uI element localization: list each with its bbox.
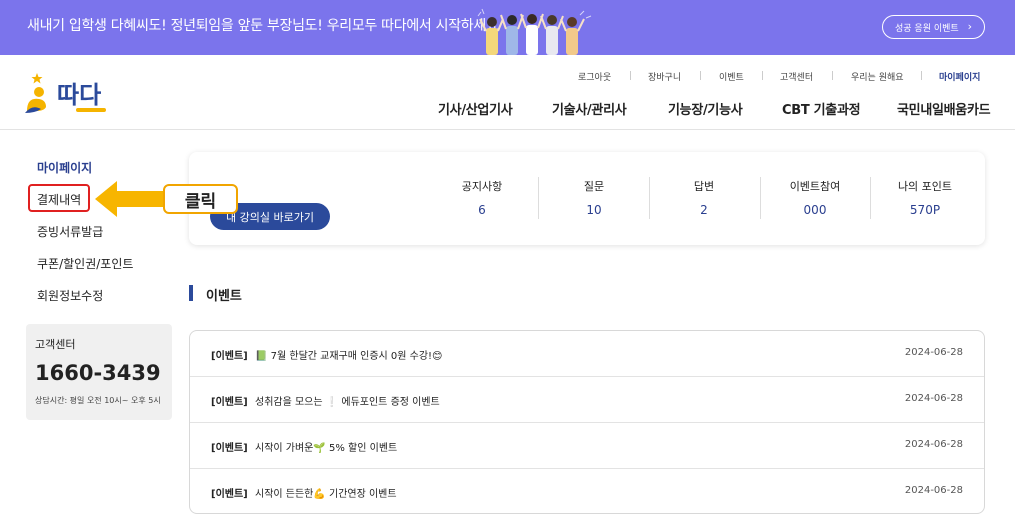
customer-center-title: 고객센터 [35,338,76,351]
chevron-right-icon: › [967,20,972,33]
event-date: 2024-06-28 [904,393,963,404]
top-banner[interactable]: 새내기 입학생 다혜씨도! 정년퇴임을 앞둔 부장님도! 우리모두 따다에서 시… [0,0,1015,55]
sidebar-title[interactable]: 마이페이지 [37,159,92,176]
gnb-engineer[interactable]: 기사/산업기사 [438,99,513,118]
pointer-arrow-icon [95,181,167,217]
stat-event-participation[interactable]: 이벤트참여 000 [760,152,870,245]
event-title: 📗 7월 한달간 교재구매 인증시 0원 수강!😊 [255,351,443,362]
banner-text: 새내기 입학생 다혜씨도! 정년퇴임을 앞둔 부장님도! 우리모두 따다에서 시… [27,18,499,34]
gnb-craftsman[interactable]: 기능장/기능사 [668,99,743,118]
click-callout: 클릭 [163,184,238,214]
stat-value: 10 [586,203,602,217]
gnb-cbt[interactable]: CBT 기출과정 [782,99,861,118]
gnb-professional-engineer[interactable]: 기술사/관리사 [552,99,627,118]
util-cart[interactable]: 장바구니 [648,70,681,83]
customer-center-phone: 1660-3439 [35,361,161,385]
stat-value: 000 [803,203,827,217]
event-row[interactable]: [이벤트] 성취감을 모으는 ❕ 에듀포인트 증정 이벤트 2024-06-28 [190,377,984,423]
events-section-title: 이벤트 [206,289,242,304]
util-divider [700,71,701,80]
stat-question[interactable]: 질문 10 [539,152,649,245]
event-row[interactable]: [이벤트] 📗 7월 한달간 교재구매 인증시 0원 수강!😊 2024-06-… [190,331,984,377]
customer-center-hours: 상담시간: 평일 오전 10시~ 오후 5시 [35,396,161,405]
stats-card: 내 강의실 바로가기 공지사항 6 질문 10 답변 2 이벤트참여 000 나… [189,152,985,245]
util-divider [921,71,922,80]
util-customer-center[interactable]: 고객센터 [780,70,813,83]
highlight-box [28,184,90,212]
stat-label: 나의 포인트 [897,180,953,193]
success-event-button-label: 성공 응원 이벤트 [895,23,959,34]
stat-value: 6 [478,203,486,217]
event-date: 2024-06-28 [904,439,963,450]
event-row[interactable]: [이벤트] 시작이 든든한💪 기간연장 이벤트 2024-06-28 [190,469,984,515]
util-divider [832,71,833,80]
stat-value: 2 [700,203,708,217]
event-date: 2024-06-28 [904,347,963,358]
stat-label: 답변 [693,180,715,193]
section-marker [189,285,193,301]
event-title: 성취감을 모으는 ❕ 에듀포인트 증정 이벤트 [255,397,440,408]
events-list: [이벤트] 📗 7월 한달간 교재구매 인증시 0원 수강!😊 2024-06-… [189,330,985,514]
gnb-tomorrow-learning-card[interactable]: 국민내일배움카드 [897,99,991,118]
event-row[interactable]: [이벤트] 시작이 가벼운🌱 5% 할인 이벤트 2024-06-28 [190,423,984,469]
svg-text:따다: 따다 [57,81,101,109]
event-title: 시작이 가벼운🌱 5% 할인 이벤트 [255,443,398,454]
event-tag: [이벤트] [211,489,248,500]
stat-label: 이벤트참여 [789,180,841,193]
stat-my-points[interactable]: 나의 포인트 570P [870,152,980,245]
site-header: 따다 로그아웃 장바구니 이벤트 고객센터 우리는 원해요 마이페이지 기사/산… [0,55,1015,130]
util-logout[interactable]: 로그아웃 [578,70,611,83]
tada-logo[interactable]: 따다 [24,73,124,115]
util-divider [762,71,763,80]
success-event-button[interactable]: 성공 응원 이벤트 › [882,15,985,39]
banner-people-illustration [477,8,592,55]
stat-value: 570P [909,203,941,217]
stat-answer[interactable]: 답변 2 [649,152,759,245]
stat-notice[interactable]: 공지사항 6 [427,152,537,245]
util-we-want[interactable]: 우리는 원해요 [851,70,904,83]
event-tag: [이벤트] [211,397,248,408]
stat-label: 질문 [583,180,605,193]
customer-center-box: 고객센터 1660-3439 상담시간: 평일 오전 10시~ 오후 5시 [26,324,172,420]
event-tag: [이벤트] [211,443,248,454]
util-event[interactable]: 이벤트 [719,70,744,83]
event-date: 2024-06-28 [904,485,963,496]
util-divider [630,71,631,80]
event-title: 시작이 든든한💪 기간연장 이벤트 [255,489,397,500]
sidebar-item-edit-profile[interactable]: 회원정보수정 [37,287,103,304]
util-mypage[interactable]: 마이페이지 [939,70,980,83]
sidebar-item-coupon-points[interactable]: 쿠폰/할인권/포인트 [37,255,133,272]
stat-label: 공지사항 [461,180,503,193]
sidebar-item-document-issue[interactable]: 증빙서류발급 [37,223,103,240]
event-tag: [이벤트] [211,351,248,362]
